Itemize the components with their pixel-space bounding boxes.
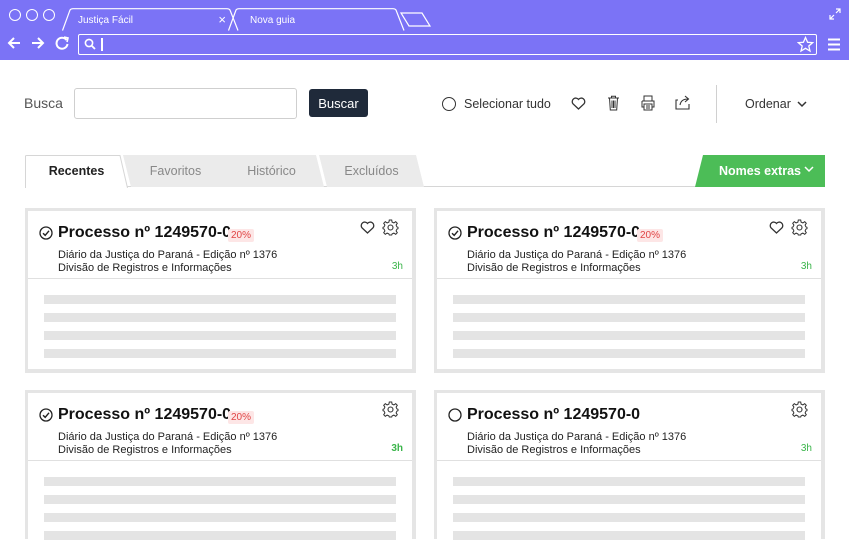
process-card[interactable]: Processo nº 1249570-0 Diário da Justiça … <box>434 390 825 540</box>
extra-names-button[interactable]: Nomes extras <box>695 155 825 187</box>
favorite-heart-icon[interactable] <box>360 221 375 234</box>
time-ago: 3h <box>391 261 403 272</box>
order-label: Ordenar <box>745 97 791 111</box>
extra-names-label: Nomes extras <box>719 164 801 178</box>
search-button[interactable]: Buscar <box>309 89 368 117</box>
expand-icon[interactable] <box>829 8 841 20</box>
content-placeholder <box>453 495 805 504</box>
check-circle-icon[interactable] <box>39 408 53 422</box>
content-placeholder <box>44 513 396 522</box>
content-placeholder <box>453 313 805 322</box>
toolbar-divider <box>716 85 717 123</box>
select-all-radio[interactable] <box>442 97 456 111</box>
time-ago: 3h <box>800 443 812 454</box>
check-circle-icon[interactable] <box>448 226 462 240</box>
chevron-down-icon <box>804 166 814 173</box>
print-icon[interactable] <box>640 95 656 111</box>
reload-icon[interactable] <box>55 36 69 50</box>
tab-close-icon[interactable]: × <box>218 12 226 27</box>
address-bar[interactable] <box>78 34 817 55</box>
content-placeholder <box>453 331 805 340</box>
tab-recentes[interactable]: Recentes <box>25 155 128 188</box>
progress-badge: 20% <box>228 411 255 424</box>
bookmark-star-icon[interactable] <box>797 36 814 53</box>
search-input[interactable] <box>74 88 297 119</box>
window-controls <box>9 9 55 21</box>
time-ago: 3h <box>800 261 812 272</box>
tab-label: Recentes <box>48 164 105 178</box>
browser-tab-active[interactable]: Justiça Fácil × <box>62 8 240 31</box>
text-caret <box>101 38 103 51</box>
search-icon <box>84 38 96 50</box>
content-placeholder <box>44 331 396 340</box>
content-placeholder <box>44 295 396 304</box>
content-placeholder <box>453 513 805 522</box>
content-placeholder <box>44 349 396 358</box>
content-placeholder <box>453 295 805 304</box>
chevron-down-icon <box>797 100 807 107</box>
process-title[interactable]: Processo nº 1249570-0 <box>58 224 231 242</box>
division-line: Divisão de Registros e Informações <box>58 444 232 456</box>
browser-tab-label: Justiça Fácil <box>78 15 134 26</box>
window-close-dot[interactable] <box>9 9 21 21</box>
menu-icon[interactable] <box>828 38 840 51</box>
select-all-toggle[interactable]: Selecionar tudo <box>442 97 551 111</box>
forward-arrow-icon[interactable] <box>31 36 45 50</box>
progress-badge: 20% <box>228 229 255 242</box>
gear-icon[interactable] <box>382 219 399 236</box>
tab-label: Excluídos <box>344 164 399 178</box>
gear-icon[interactable] <box>382 401 399 418</box>
tab-historico[interactable]: Histórico <box>219 155 324 187</box>
search-label: Busca <box>24 95 63 111</box>
browser-chrome: Justiça Fácil × Nova guia <box>0 0 849 60</box>
content-placeholder <box>453 349 805 358</box>
process-title[interactable]: Processo nº 1249570-0 <box>58 406 231 424</box>
publication-line: Diário da Justiça do Paraná - Edição nº … <box>467 249 687 261</box>
unchecked-circle-icon[interactable] <box>448 408 462 422</box>
process-card[interactable]: Processo nº 1249570-0 20% Diário da Just… <box>25 208 416 373</box>
new-tab-icon[interactable] <box>400 12 432 28</box>
back-arrow-icon[interactable] <box>7 36 21 50</box>
favorite-heart-icon[interactable] <box>769 221 784 234</box>
process-card[interactable]: Processo nº 1249570-0 20% Diário da Just… <box>434 208 825 373</box>
division-line: Divisão de Registros e Informações <box>467 262 641 274</box>
division-line: Divisão de Registros e Informações <box>58 262 232 274</box>
tab-label: Favoritos <box>149 164 202 178</box>
publication-line: Diário da Justiça do Paraná - Edição nº … <box>58 431 278 443</box>
process-title[interactable]: Processo nº 1249570-0 <box>467 406 640 424</box>
gear-icon[interactable] <box>791 219 808 236</box>
publication-line: Diário da Justiça do Paraná - Edição nº … <box>467 431 687 443</box>
time-ago: 3h <box>391 443 403 454</box>
content-placeholder <box>44 495 396 504</box>
publication-line: Diário da Justiça do Paraná - Edição nº … <box>58 249 278 261</box>
content-placeholder <box>453 477 805 486</box>
order-dropdown[interactable]: Ordenar <box>745 97 807 111</box>
check-circle-icon[interactable] <box>39 226 53 240</box>
gear-icon[interactable] <box>791 401 808 418</box>
division-line: Divisão de Registros e Informações <box>467 444 641 456</box>
content-placeholder <box>44 477 396 486</box>
trash-icon[interactable] <box>607 95 620 111</box>
progress-badge: 20% <box>637 229 664 242</box>
browser-tab-label: Nova guia <box>250 15 296 26</box>
window-maximize-dot[interactable] <box>43 9 55 21</box>
tab-favoritos[interactable]: Favoritos <box>123 155 228 187</box>
process-title[interactable]: Processo nº 1249570-0 <box>467 224 640 242</box>
favorite-heart-icon[interactable] <box>571 97 586 110</box>
tab-label: Histórico <box>247 164 296 178</box>
select-all-label: Selecionar tudo <box>464 97 551 111</box>
browser-tab[interactable]: Nova guia <box>228 8 406 31</box>
tab-excluidos[interactable]: Excluídos <box>319 155 424 187</box>
process-card[interactable]: Processo nº 1249570-0 20% Diário da Just… <box>25 390 416 540</box>
window-minimize-dot[interactable] <box>26 9 38 21</box>
share-icon[interactable] <box>675 95 691 111</box>
content-placeholder <box>44 313 396 322</box>
